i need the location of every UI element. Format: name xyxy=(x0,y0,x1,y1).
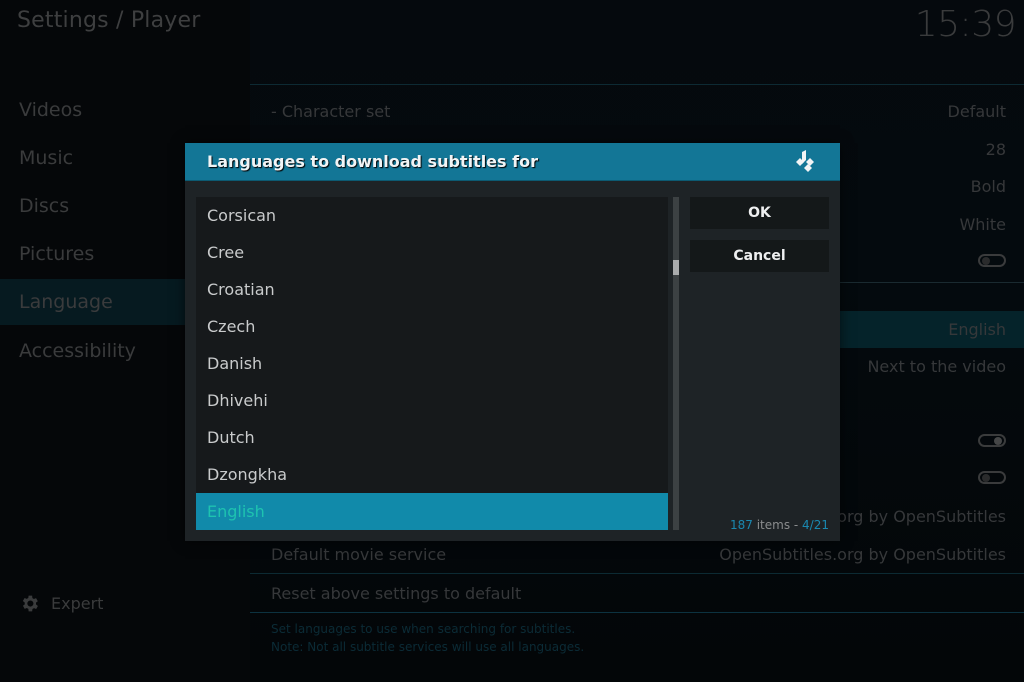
language-select-dialog: Languages to download subtitles for Cors… xyxy=(185,143,840,541)
sidebar-item-videos[interactable]: Videos xyxy=(0,87,250,133)
setting-value: English xyxy=(948,320,1006,339)
setting-value: Default xyxy=(947,102,1006,121)
toggle-switch[interactable] xyxy=(978,471,1006,484)
page-indicator: 4/21 xyxy=(802,518,829,532)
gear-icon xyxy=(22,595,38,611)
language-list-item[interactable]: English xyxy=(196,493,668,530)
setting-value: White xyxy=(959,215,1006,234)
language-list-item[interactable]: Corsican xyxy=(196,197,668,234)
help-line: Set languages to use when searching for … xyxy=(271,622,576,636)
setting-label: Default movie service xyxy=(271,545,447,564)
language-list[interactable]: Corsican Cree Croatian Czech Danish Dhivehi Du… xyxy=(196,197,668,530)
item-total: 187 xyxy=(730,518,753,532)
toggle-switch[interactable] xyxy=(978,434,1006,447)
language-list-item[interactable]: Czech xyxy=(196,308,668,345)
expert-level-button[interactable]: Expert xyxy=(19,591,103,615)
setting-label: Reset above settings to default xyxy=(271,584,522,603)
ok-button[interactable]: OK xyxy=(690,197,829,229)
language-list-item[interactable]: Croatian xyxy=(196,271,668,308)
setting-value: Bold xyxy=(970,177,1006,196)
item-count-label: items - xyxy=(752,518,803,532)
help-line: Note: Not all subtitle services will use… xyxy=(271,640,585,654)
clock: 15:39 xyxy=(914,4,1017,45)
cancel-button[interactable]: Cancel xyxy=(690,240,829,272)
reset-settings-button[interactable]: Reset above settings to default xyxy=(250,575,1024,613)
language-list-item[interactable]: Dutch xyxy=(196,419,668,456)
dialog-header: Languages to download subtitles for xyxy=(185,143,840,181)
language-list-item[interactable]: Danish xyxy=(196,345,668,382)
setting-value: .org by OpenSubtitles xyxy=(832,507,1006,526)
language-list-item[interactable]: Cree xyxy=(196,234,668,271)
item-count: 187 items - 4/21 xyxy=(730,518,829,532)
setting-default-movie-service[interactable]: Default movie service OpenSubtitles.org … xyxy=(250,536,1024,574)
setting-value: Next to the video xyxy=(867,357,1006,376)
setting-character-set[interactable]: - Character set Default xyxy=(250,93,1024,130)
page-title: Settings / Player xyxy=(17,8,201,33)
expert-label: Expert xyxy=(51,593,104,613)
language-list-item[interactable]: Dhivehi xyxy=(196,382,668,419)
toggle-switch[interactable] xyxy=(978,254,1006,267)
list-scrollbar[interactable] xyxy=(673,197,679,530)
scrollbar-thumb[interactable] xyxy=(673,260,679,275)
setting-label: - Character set xyxy=(271,102,391,121)
language-list-item[interactable]: Dzongkha xyxy=(196,456,668,493)
setting-value: OpenSubtitles.org by OpenSubtitles xyxy=(719,545,1006,564)
help-text: Set languages to use when searching for … xyxy=(271,620,584,656)
header-divider xyxy=(250,84,1024,85)
kodi-logo-icon xyxy=(796,150,814,172)
dialog-title: Languages to download subtitles for xyxy=(207,152,538,171)
setting-value: 28 xyxy=(985,140,1006,159)
